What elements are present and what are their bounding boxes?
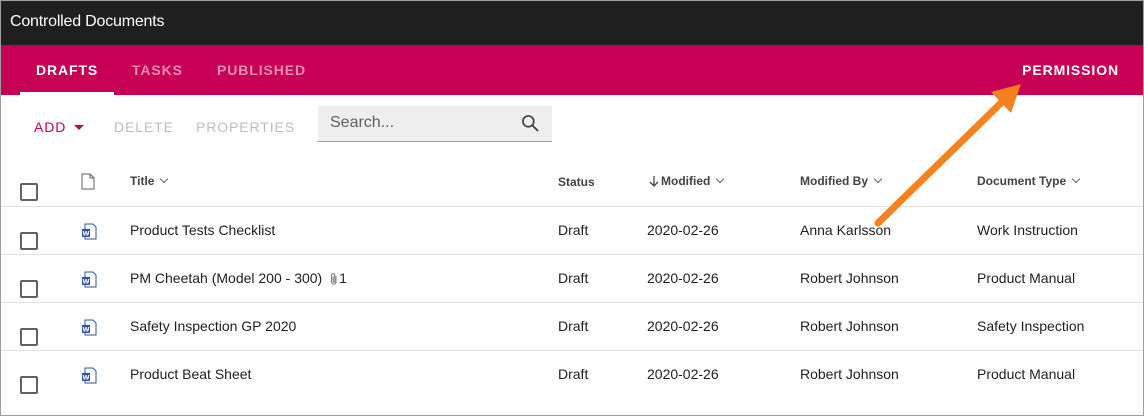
row-checkbox[interactable] [20,376,38,394]
column-modified-by-label: Modified By [800,174,868,188]
cell-modified: 2020-02-26 [647,366,719,382]
cell-title-text[interactable]: PM Cheetah (Model 200 - 300) [130,270,322,286]
word-document-icon: W [82,271,97,288]
column-header-modified-by[interactable]: Modified By [800,174,883,188]
cell-title[interactable]: Safety Inspection GP 2020 [130,318,296,334]
document-icon [81,173,95,190]
properties-button[interactable]: PROPERTIES [196,119,295,135]
chevron-down-icon [160,174,169,184]
column-modified-label: Modified [661,174,711,188]
svg-text:W: W [82,230,89,238]
cell-document-type: Safety Inspection [977,318,1085,334]
tab-tasks[interactable]: TASKS [132,45,183,95]
tab-published[interactable]: PUBLISHED [217,45,306,95]
word-document-icon: W [82,367,97,384]
permission-button[interactable]: PERMISSION [1022,45,1119,95]
add-label: ADD [34,119,67,135]
cell-modified-by: Robert Johnson [800,318,899,334]
search-box [318,106,552,142]
cell-status: Draft [558,270,589,286]
cell-modified-by: Robert Johnson [800,366,899,382]
cell-status: Draft [558,366,589,382]
app-title: Controlled Documents [10,13,165,30]
cell-modified-by: Robert Johnson [800,270,899,286]
search-input[interactable] [318,106,520,140]
column-header-document-type[interactable]: Document Type [977,174,1081,188]
table-row[interactable]: W Product Beat Sheet Draft 2020-02-26 Ro… [1,351,1143,398]
app-window: Controlled Documents DRAFTS TASKS PUBLIS… [0,0,1144,416]
select-all-checkbox[interactable] [20,183,38,201]
cell-document-type: Work Instruction [977,222,1078,238]
chevron-down-icon [716,174,725,184]
cell-document-type: Product Manual [977,366,1076,382]
table-row[interactable]: W Safety Inspection GP 2020 Draft 2020-0… [1,303,1143,351]
cell-modified: 2020-02-26 [647,222,719,238]
svg-text:W: W [82,326,89,334]
column-document-type-label: Document Type [977,174,1067,188]
cell-document-type: Product Manual [977,270,1076,286]
cell-title: PM Cheetah (Model 200 - 300) 1 [130,270,347,286]
delete-button[interactable]: DELETE [114,119,174,135]
cell-modified: 2020-02-26 [647,318,719,334]
column-title-label: Title [130,174,155,188]
chevron-down-icon [873,174,883,184]
table-row[interactable]: W PM Cheetah (Model 200 - 300) 1 Draft 2… [1,255,1143,303]
row-checkbox[interactable] [20,328,38,346]
column-header-status[interactable]: Status [558,175,595,189]
title-bar: Controlled Documents [1,1,1143,45]
word-document-icon: W [82,319,97,336]
paperclip-icon[interactable] [329,272,339,286]
cell-status: Draft [558,222,589,238]
add-button[interactable]: ADD [34,119,85,135]
attachment-count: 1 [339,270,347,286]
svg-text:W: W [82,374,89,382]
row-checkbox[interactable] [20,232,38,250]
cell-status: Draft [558,318,589,334]
column-header-modified[interactable]: Modified [649,174,725,188]
svg-text:W: W [82,278,89,286]
arrow-down-icon [649,176,659,187]
row-checkbox[interactable] [20,280,38,298]
table-header: Title Status Modified Modified By Docume… [1,157,1143,207]
tab-bar: DRAFTS TASKS PUBLISHED PERMISSION [1,45,1143,95]
chevron-down-icon [1071,174,1081,184]
table-row[interactable]: W Product Tests Checklist Draft 2020-02-… [1,207,1143,255]
caret-down-icon [74,125,85,130]
cell-title[interactable]: Product Beat Sheet [130,366,251,382]
column-header-title[interactable]: Title [130,174,169,188]
cell-title[interactable]: Product Tests Checklist [130,222,275,238]
search-icon[interactable] [520,113,540,133]
word-document-icon: W [82,223,97,240]
cell-modified-by: Anna Karlsson [800,222,892,238]
toolbar: ADD DELETE PROPERTIES [1,95,1143,157]
cell-modified: 2020-02-26 [647,270,719,286]
tab-drafts[interactable]: DRAFTS [19,45,115,95]
